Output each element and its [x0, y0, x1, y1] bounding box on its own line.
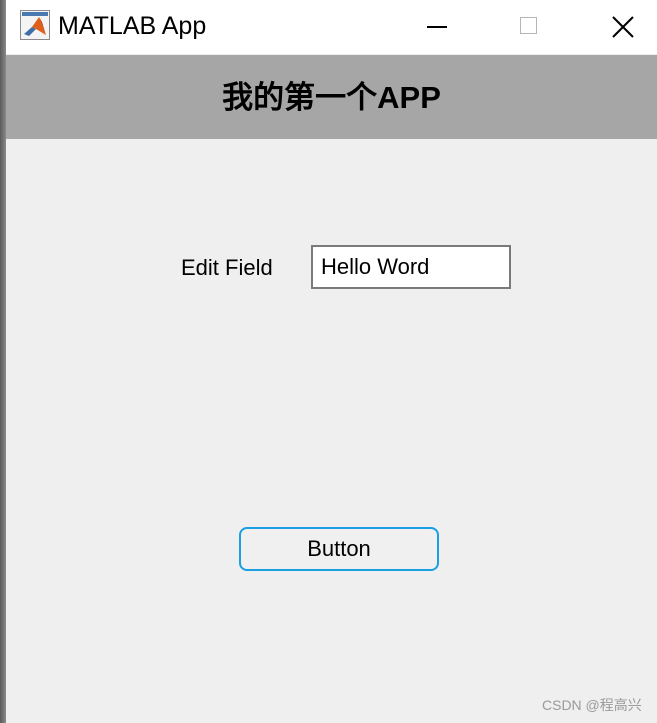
- header-title: 我的第一个APP: [222, 80, 441, 115]
- minimize-icon: [427, 26, 447, 28]
- minimize-button[interactable]: [407, 0, 467, 54]
- maximize-icon: [520, 17, 537, 34]
- edit-field-label: Edit Field: [181, 255, 273, 280]
- maximize-button[interactable]: [500, 0, 560, 54]
- edit-field-input[interactable]: [311, 245, 511, 289]
- title-bar[interactable]: MATLAB App: [6, 0, 657, 54]
- watermark: CSDN @程高兴: [542, 697, 642, 713]
- window-title: MATLAB App: [58, 12, 207, 40]
- close-button[interactable]: [592, 0, 652, 54]
- matlab-logo-icon: [20, 10, 50, 40]
- header-panel: 我的第一个APP: [6, 55, 657, 139]
- app-window: MATLAB App 我的第一个APP Edit Field Button CS…: [6, 0, 657, 723]
- close-icon: [612, 16, 634, 38]
- main-button[interactable]: Button: [239, 527, 439, 571]
